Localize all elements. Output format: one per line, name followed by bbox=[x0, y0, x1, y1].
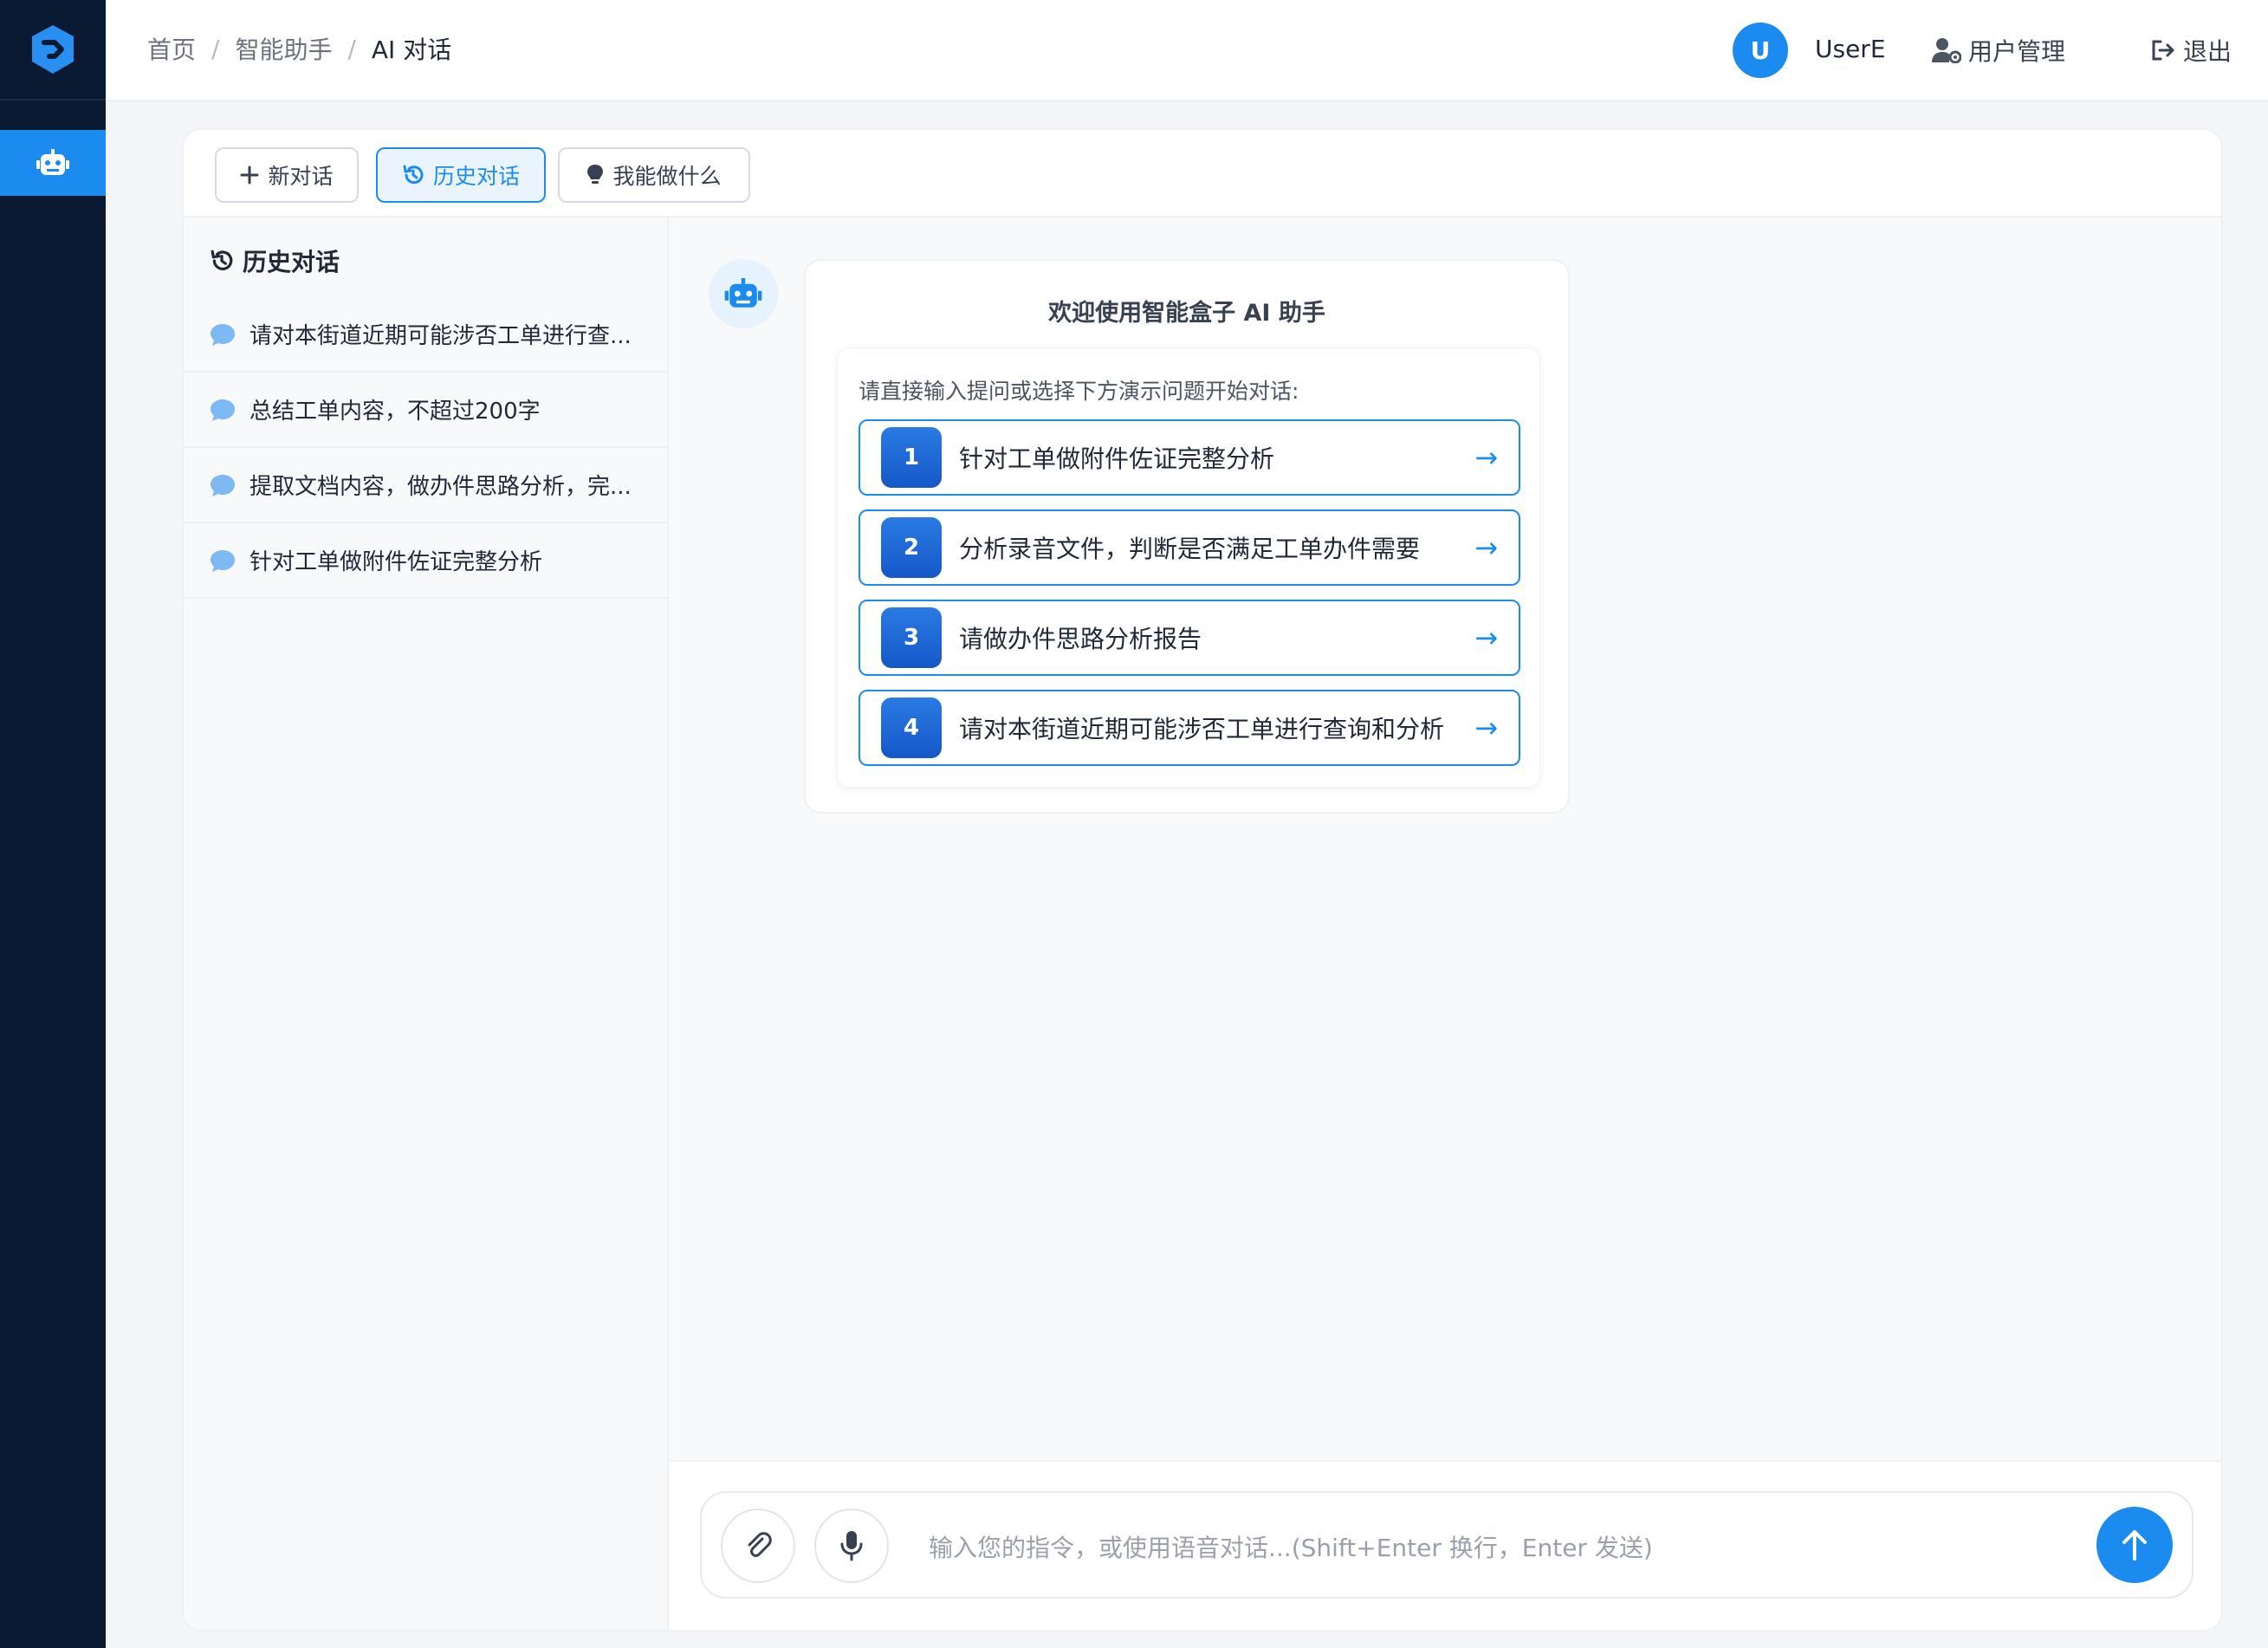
robot-icon bbox=[36, 149, 69, 175]
chat-bubble-icon bbox=[211, 549, 235, 572]
bot-avatar bbox=[709, 259, 778, 328]
history-panel-title: 历史对话 bbox=[210, 243, 340, 278]
capabilities-button[interactable]: 我能做什么 bbox=[558, 147, 750, 203]
history-chat-button[interactable]: 历史对话 bbox=[376, 147, 546, 203]
breadcrumb-assistant[interactable]: 智能助手 bbox=[235, 31, 332, 66]
history-item[interactable]: 总结工单内容，不超过200字 bbox=[184, 373, 669, 448]
demo-question-3[interactable]: 3 请做办件思路分析报告 → bbox=[859, 600, 1520, 676]
welcome-title: 欢迎使用智能盒子 AI 助手 bbox=[1048, 300, 1325, 327]
chat-messages: 欢迎使用智能盒子 AI 助手 请直接输入提问或选择下方演示问题开始对话: 1 针… bbox=[669, 217, 2221, 1460]
sidebar bbox=[0, 0, 106, 1648]
history-list: 请对本街道近期可能涉否工单进行查... 总结工单内容，不超过200字 提取文档内… bbox=[184, 297, 669, 599]
history-item[interactable]: 提取文档内容，做办件思路分析，完... bbox=[184, 448, 669, 523]
lightbulb-icon bbox=[587, 165, 604, 184]
avatar[interactable]: U bbox=[1733, 23, 1788, 78]
history-panel: 历史对话 请对本街道近期可能涉否工单进行查... 总结工单内容，不超过200字 … bbox=[184, 217, 669, 1630]
question-text: 请做办件思路分析报告 bbox=[959, 625, 1202, 653]
breadcrumb-home[interactable]: 首页 bbox=[147, 31, 196, 66]
chat-input-box: 输入您的指令，或使用语音对话...(Shift+Enter 换行，Enter 发… bbox=[700, 1491, 2193, 1599]
history-item-label: 针对工单做附件佐证完整分析 bbox=[249, 549, 543, 575]
new-chat-button[interactable]: 新对话 bbox=[215, 147, 359, 203]
chat-bubble-icon bbox=[211, 323, 235, 346]
chat-input-area: 输入您的指令，或使用语音对话...(Shift+Enter 换行，Enter 发… bbox=[669, 1460, 2221, 1630]
welcome-hint: 请直接输入提问或选择下方演示问题开始对话: bbox=[859, 379, 1299, 404]
arrow-right-icon: → bbox=[1474, 441, 1498, 474]
history-item-label: 提取文档内容，做办件思路分析，完... bbox=[249, 474, 632, 500]
breadcrumb-separator: / bbox=[211, 34, 220, 63]
chat-card: 新对话 历史对话 我能做什么 历史对话 请对本街道近期可能涉否工单进行查... … bbox=[182, 128, 2223, 1632]
chat-bubble-icon bbox=[211, 399, 235, 421]
app-logo[interactable] bbox=[0, 0, 106, 101]
arrow-right-icon: → bbox=[1474, 711, 1498, 744]
question-number: 1 bbox=[881, 427, 942, 488]
breadcrumb-separator: / bbox=[347, 34, 356, 63]
question-number: 2 bbox=[881, 517, 942, 578]
chat-toolbar: 新对话 历史对话 我能做什么 bbox=[184, 130, 2221, 217]
chat-bubble-icon bbox=[211, 474, 235, 496]
new-chat-label: 新对话 bbox=[268, 164, 334, 189]
history-icon bbox=[211, 250, 233, 270]
voice-button[interactable] bbox=[814, 1509, 889, 1583]
breadcrumb-current: AI 对话 bbox=[371, 36, 452, 64]
username[interactable]: UserE bbox=[1815, 35, 1886, 63]
logout-label: 退出 bbox=[2183, 37, 2232, 66]
history-item-label: 请对本街道近期可能涉否工单进行查... bbox=[249, 323, 632, 349]
demo-questions-panel: 请直接输入提问或选择下方演示问题开始对话: 1 针对工单做附件佐证完整分析 → … bbox=[837, 347, 1540, 788]
history-item[interactable]: 针对工单做附件佐证完整分析 bbox=[184, 523, 669, 599]
history-icon bbox=[403, 165, 424, 185]
history-chat-label: 历史对话 bbox=[432, 164, 520, 189]
history-title-text: 历史对话 bbox=[243, 248, 340, 276]
send-button[interactable] bbox=[2096, 1507, 2173, 1583]
question-number: 3 bbox=[881, 607, 942, 668]
logout-button[interactable]: 退出 bbox=[2150, 33, 2232, 68]
question-text: 分析录音文件，判断是否满足工单办件需要 bbox=[959, 535, 1421, 563]
user-management-link[interactable]: 用户管理 bbox=[1932, 33, 2065, 68]
question-text: 请对本街道近期可能涉否工单进行查询和分析 bbox=[959, 715, 1445, 743]
logout-icon bbox=[2152, 40, 2174, 61]
demo-question-2[interactable]: 2 分析录音文件，判断是否满足工单办件需要 → bbox=[859, 509, 1520, 586]
demo-question-4[interactable]: 4 请对本街道近期可能涉否工单进行查询和分析 → bbox=[859, 690, 1520, 766]
attach-button[interactable] bbox=[721, 1509, 795, 1583]
history-item[interactable]: 请对本街道近期可能涉否工单进行查... bbox=[184, 297, 669, 373]
paperclip-icon bbox=[748, 1532, 772, 1557]
question-text: 针对工单做附件佐证完整分析 bbox=[959, 444, 1275, 473]
welcome-message: 欢迎使用智能盒子 AI 助手 请直接输入提问或选择下方演示问题开始对话: 1 针… bbox=[804, 259, 1570, 814]
microphone-icon bbox=[840, 1531, 863, 1561]
app-logo-icon bbox=[32, 25, 74, 74]
question-number: 4 bbox=[881, 697, 942, 758]
arrow-up-icon bbox=[2122, 1530, 2147, 1560]
history-item-label: 总结工单内容，不超过200字 bbox=[249, 399, 541, 425]
arrow-right-icon: → bbox=[1474, 531, 1498, 564]
chat-input[interactable]: 输入您的指令，或使用语音对话...(Shift+Enter 换行，Enter 发… bbox=[929, 1529, 1653, 1564]
demo-question-1[interactable]: 1 针对工单做附件佐证完整分析 → bbox=[859, 419, 1520, 496]
sidebar-item-ai-chat[interactable] bbox=[0, 130, 106, 196]
breadcrumb: 首页 / 智能助手 / AI 对话 bbox=[147, 31, 451, 66]
user-gear-icon bbox=[1932, 38, 1961, 63]
arrow-right-icon: → bbox=[1474, 621, 1498, 654]
top-header: 首页 / 智能助手 / AI 对话 U UserE 用户管理 退出 bbox=[106, 0, 2268, 101]
capabilities-label: 我能做什么 bbox=[612, 164, 722, 189]
user-management-label: 用户管理 bbox=[1968, 37, 2066, 66]
plus-icon bbox=[240, 165, 259, 185]
robot-icon bbox=[724, 278, 762, 308]
